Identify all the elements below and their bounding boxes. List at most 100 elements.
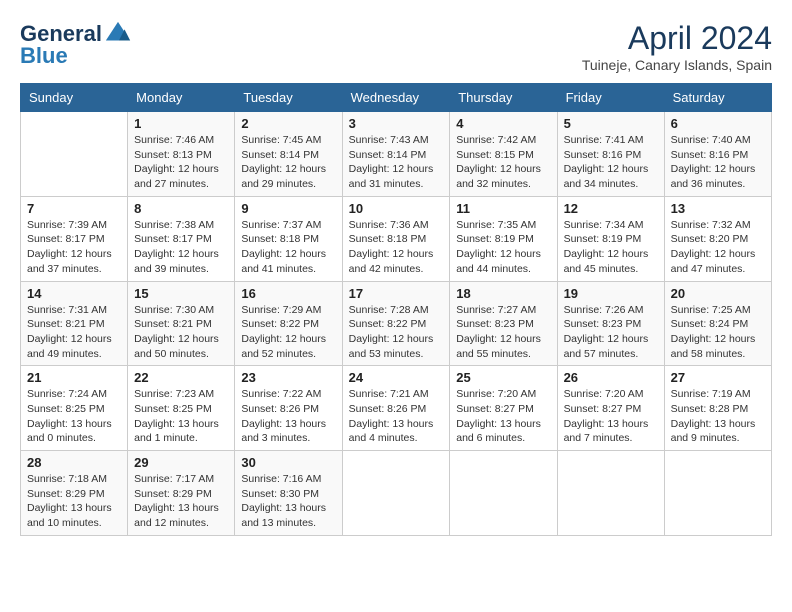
- day-info: Sunrise: 7:37 AM Sunset: 8:18 PM Dayligh…: [241, 218, 335, 277]
- weekday-header-sunday: Sunday: [21, 84, 128, 112]
- calendar-cell: 17Sunrise: 7:28 AM Sunset: 8:22 PM Dayli…: [342, 281, 450, 366]
- calendar-cell: 29 Sunrise: 7:17 AM Sunset: 8:29 PM Dayli…: [128, 451, 235, 536]
- calendar-cell: 5 Sunrise: 7:41 AM Sunset: 8:16 PM Daylig…: [557, 112, 664, 197]
- day-info: Sunrise: 7:29 AM Sunset: 8:22 PM Dayligh…: [241, 303, 335, 362]
- day-number: 10: [349, 201, 444, 216]
- calendar-cell: [450, 451, 557, 536]
- day-info: Sunrise: 7:21 AM Sunset: 8:26 PM Dayligh…: [349, 387, 444, 446]
- day-info: Sunrise: 7:43 AM Sunset: 8:14 PM Dayligh…: [349, 133, 444, 192]
- calendar-cell: 11Sunrise: 7:35 AM Sunset: 8:19 PM Dayli…: [450, 196, 557, 281]
- location-text: Tuineje, Canary Islands, Spain: [582, 57, 772, 73]
- day-info: Sunrise: 7:34 AM Sunset: 8:19 PM Dayligh…: [564, 218, 658, 277]
- calendar-cell: 10 Sunrise: 7:36 AM Sunset: 8:18 PM Dayli…: [342, 196, 450, 281]
- week-row-4: 21 Sunrise: 7:24 AM Sunset: 8:25 PM Dayli…: [21, 366, 772, 451]
- day-number: 30: [241, 455, 335, 470]
- day-number: 26: [564, 370, 658, 385]
- day-number: 18: [456, 286, 550, 301]
- calendar-cell: 7 Sunrise: 7:39 AM Sunset: 8:17 PM Daylig…: [21, 196, 128, 281]
- week-row-5: 28 Sunrise: 7:18 AM Sunset: 8:29 PM Dayli…: [21, 451, 772, 536]
- day-number: 14: [27, 286, 121, 301]
- day-number: 21: [27, 370, 121, 385]
- day-number: 9: [241, 201, 335, 216]
- calendar-cell: 19 Sunrise: 7:26 AM Sunset: 8:23 PM Dayli…: [557, 281, 664, 366]
- day-number: 22: [134, 370, 228, 385]
- day-info: Sunrise: 7:45 AM Sunset: 8:14 PM Dayligh…: [241, 133, 335, 192]
- day-info: Sunrise: 7:22 AM Sunset: 8:26 PM Dayligh…: [241, 387, 335, 446]
- day-number: 5: [564, 116, 658, 131]
- calendar-cell: 15 Sunrise: 7:30 AM Sunset: 8:21 PM Dayli…: [128, 281, 235, 366]
- day-info: Sunrise: 7:30 AM Sunset: 8:21 PM Dayligh…: [134, 303, 228, 362]
- day-number: 27: [671, 370, 765, 385]
- week-row-3: 14Sunrise: 7:31 AM Sunset: 8:21 PM Dayli…: [21, 281, 772, 366]
- calendar-cell: [342, 451, 450, 536]
- calendar-cell: 6 Sunrise: 7:40 AM Sunset: 8:16 PM Daylig…: [664, 112, 771, 197]
- day-info: Sunrise: 7:36 AM Sunset: 8:18 PM Dayligh…: [349, 218, 444, 277]
- day-info: Sunrise: 7:18 AM Sunset: 8:29 PM Dayligh…: [27, 472, 121, 531]
- calendar-cell: 25Sunrise: 7:20 AM Sunset: 8:27 PM Dayli…: [450, 366, 557, 451]
- day-number: 29: [134, 455, 228, 470]
- day-number: 13: [671, 201, 765, 216]
- weekday-header-tuesday: Tuesday: [235, 84, 342, 112]
- calendar-cell: 14Sunrise: 7:31 AM Sunset: 8:21 PM Dayli…: [21, 281, 128, 366]
- day-number: 6: [671, 116, 765, 131]
- calendar-cell: 26 Sunrise: 7:20 AM Sunset: 8:27 PM Dayli…: [557, 366, 664, 451]
- day-number: 2: [241, 116, 335, 131]
- day-number: 23: [241, 370, 335, 385]
- day-info: Sunrise: 7:38 AM Sunset: 8:17 PM Dayligh…: [134, 218, 228, 277]
- calendar-cell: 9 Sunrise: 7:37 AM Sunset: 8:18 PM Daylig…: [235, 196, 342, 281]
- day-info: Sunrise: 7:25 AM Sunset: 8:24 PM Dayligh…: [671, 303, 765, 362]
- day-info: Sunrise: 7:17 AM Sunset: 8:29 PM Dayligh…: [134, 472, 228, 531]
- day-info: Sunrise: 7:40 AM Sunset: 8:16 PM Dayligh…: [671, 133, 765, 192]
- day-info: Sunrise: 7:20 AM Sunset: 8:27 PM Dayligh…: [564, 387, 658, 446]
- day-info: Sunrise: 7:26 AM Sunset: 8:23 PM Dayligh…: [564, 303, 658, 362]
- calendar-cell: 20 Sunrise: 7:25 AM Sunset: 8:24 PM Dayli…: [664, 281, 771, 366]
- day-info: Sunrise: 7:42 AM Sunset: 8:15 PM Dayligh…: [456, 133, 550, 192]
- day-info: Sunrise: 7:39 AM Sunset: 8:17 PM Dayligh…: [27, 218, 121, 277]
- calendar-cell: 23 Sunrise: 7:22 AM Sunset: 8:26 PM Dayli…: [235, 366, 342, 451]
- day-number: 16: [241, 286, 335, 301]
- day-number: 7: [27, 201, 121, 216]
- calendar-cell: 27 Sunrise: 7:19 AM Sunset: 8:28 PM Dayli…: [664, 366, 771, 451]
- day-number: 15: [134, 286, 228, 301]
- calendar-cell: 1Sunrise: 7:46 AM Sunset: 8:13 PM Daylig…: [128, 112, 235, 197]
- calendar-cell: [664, 451, 771, 536]
- weekday-header-wednesday: Wednesday: [342, 84, 450, 112]
- day-number: 12: [564, 201, 658, 216]
- day-info: Sunrise: 7:20 AM Sunset: 8:27 PM Dayligh…: [456, 387, 550, 446]
- day-info: Sunrise: 7:19 AM Sunset: 8:28 PM Dayligh…: [671, 387, 765, 446]
- calendar-cell: 2 Sunrise: 7:45 AM Sunset: 8:14 PM Daylig…: [235, 112, 342, 197]
- week-row-2: 7 Sunrise: 7:39 AM Sunset: 8:17 PM Daylig…: [21, 196, 772, 281]
- weekday-header-row: SundayMondayTuesdayWednesdayThursdayFrid…: [21, 84, 772, 112]
- calendar-cell: 3 Sunrise: 7:43 AM Sunset: 8:14 PM Daylig…: [342, 112, 450, 197]
- month-title: April 2024: [582, 20, 772, 57]
- calendar-cell: 13 Sunrise: 7:32 AM Sunset: 8:20 PM Dayli…: [664, 196, 771, 281]
- day-number: 19: [564, 286, 658, 301]
- day-info: Sunrise: 7:27 AM Sunset: 8:23 PM Dayligh…: [456, 303, 550, 362]
- day-number: 24: [349, 370, 444, 385]
- calendar-cell: [557, 451, 664, 536]
- day-number: 4: [456, 116, 550, 131]
- day-info: Sunrise: 7:32 AM Sunset: 8:20 PM Dayligh…: [671, 218, 765, 277]
- day-info: Sunrise: 7:23 AM Sunset: 8:25 PM Dayligh…: [134, 387, 228, 446]
- page-header: General Blue April 2024 Tuineje, Canary …: [20, 20, 772, 73]
- title-section: April 2024 Tuineje, Canary Islands, Spai…: [582, 20, 772, 73]
- day-number: 17: [349, 286, 444, 301]
- day-number: 3: [349, 116, 444, 131]
- day-info: Sunrise: 7:46 AM Sunset: 8:13 PM Dayligh…: [134, 133, 228, 192]
- day-number: 20: [671, 286, 765, 301]
- calendar-cell: 30Sunrise: 7:16 AM Sunset: 8:30 PM Dayli…: [235, 451, 342, 536]
- calendar-cell: 16 Sunrise: 7:29 AM Sunset: 8:22 PM Dayli…: [235, 281, 342, 366]
- calendar-cell: 18 Sunrise: 7:27 AM Sunset: 8:23 PM Dayli…: [450, 281, 557, 366]
- week-row-1: 1Sunrise: 7:46 AM Sunset: 8:13 PM Daylig…: [21, 112, 772, 197]
- day-number: 28: [27, 455, 121, 470]
- day-info: Sunrise: 7:24 AM Sunset: 8:25 PM Dayligh…: [27, 387, 121, 446]
- day-info: Sunrise: 7:41 AM Sunset: 8:16 PM Dayligh…: [564, 133, 658, 192]
- logo-icon: [104, 20, 132, 48]
- calendar-table: SundayMondayTuesdayWednesdayThursdayFrid…: [20, 83, 772, 536]
- calendar-cell: 22 Sunrise: 7:23 AM Sunset: 8:25 PM Dayli…: [128, 366, 235, 451]
- logo: General Blue: [20, 20, 132, 68]
- weekday-header-thursday: Thursday: [450, 84, 557, 112]
- weekday-header-friday: Friday: [557, 84, 664, 112]
- calendar-cell: 12 Sunrise: 7:34 AM Sunset: 8:19 PM Dayli…: [557, 196, 664, 281]
- calendar-cell: 4 Sunrise: 7:42 AM Sunset: 8:15 PM Daylig…: [450, 112, 557, 197]
